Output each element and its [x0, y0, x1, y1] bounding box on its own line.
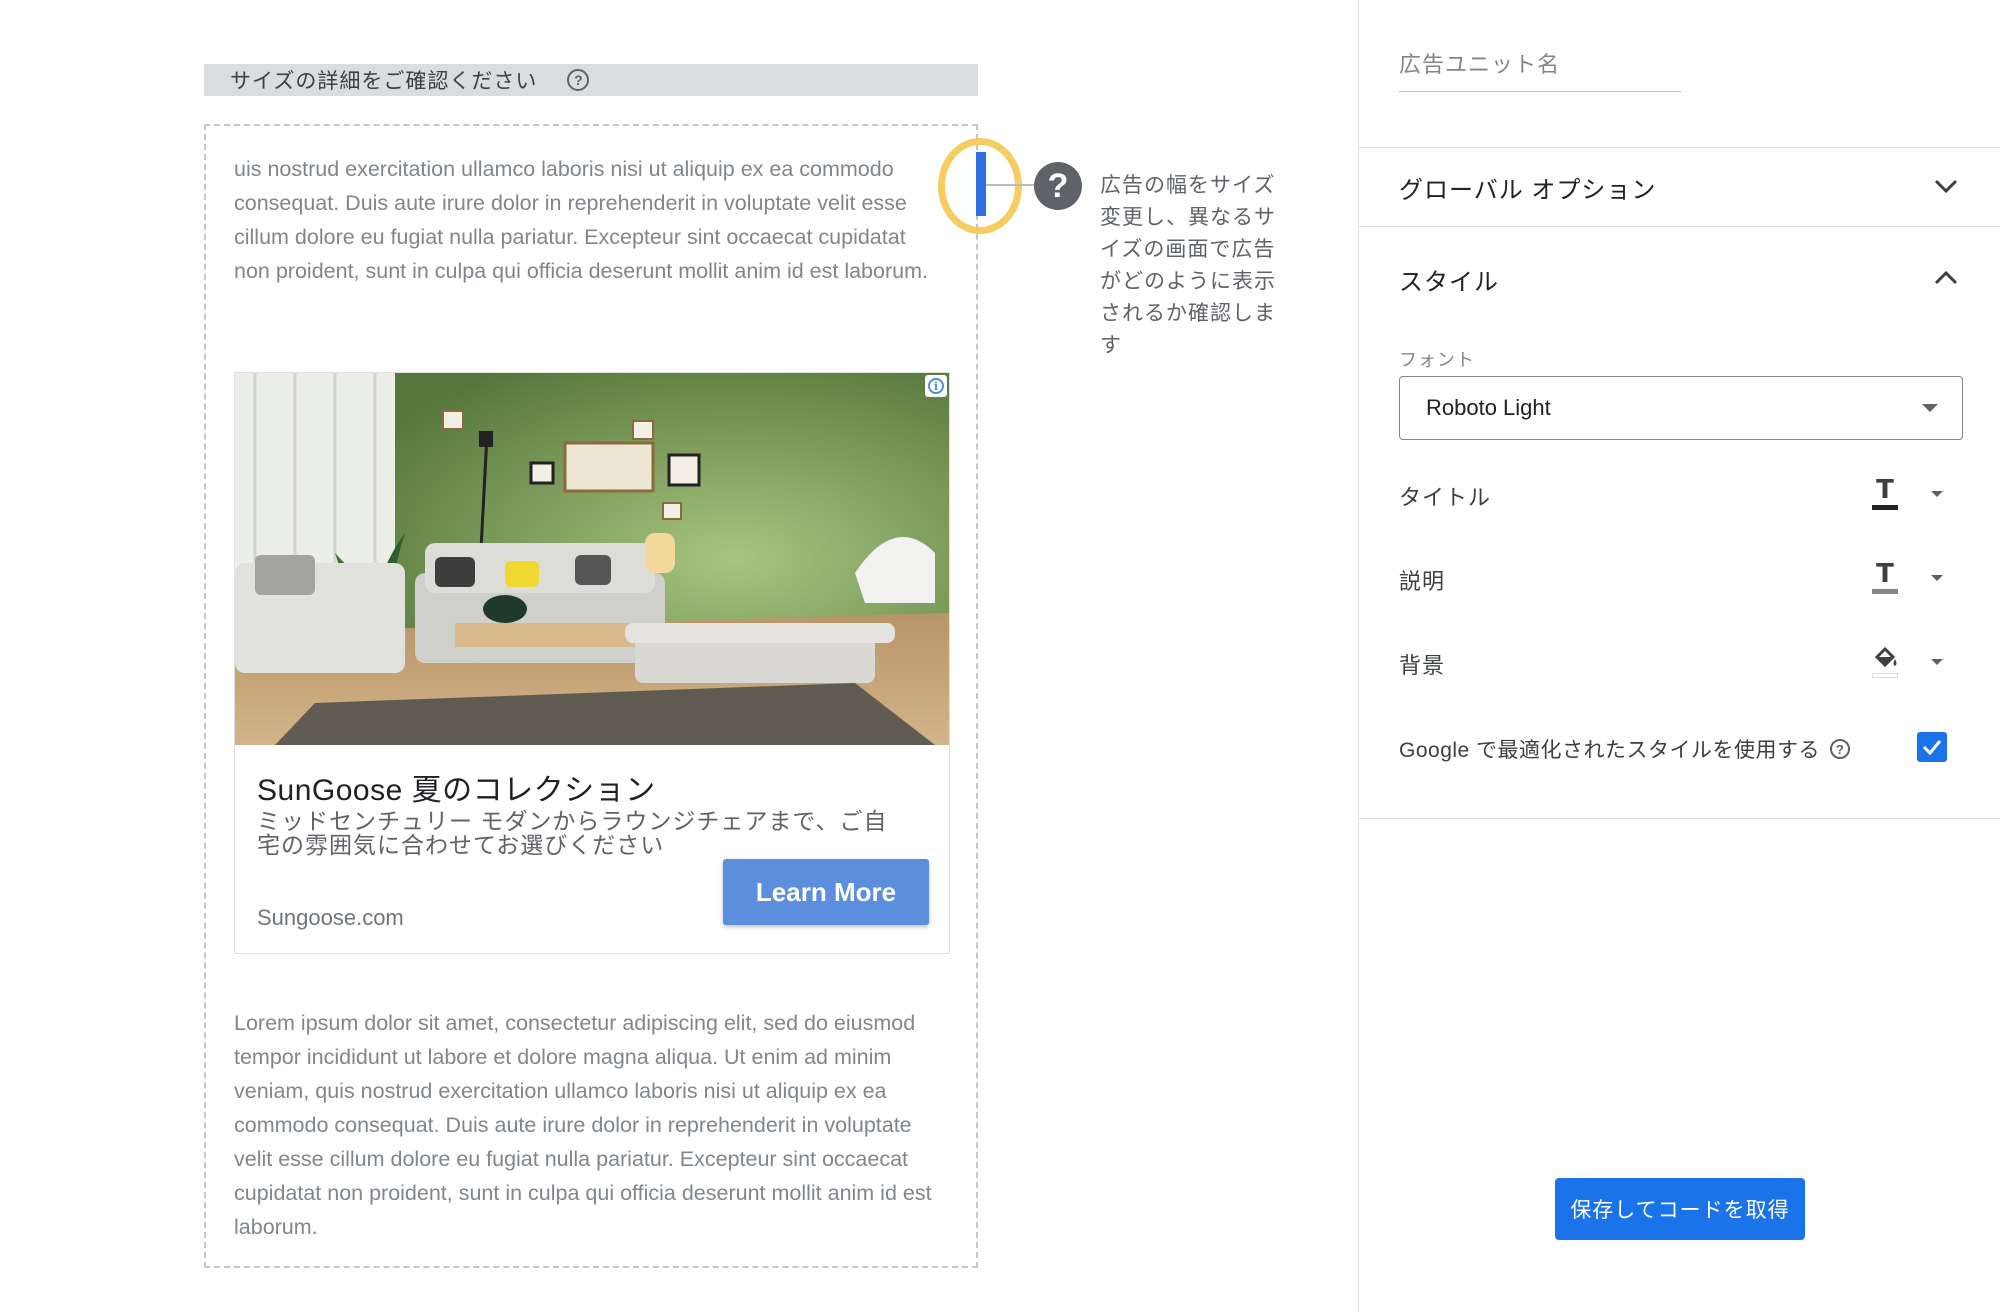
divider	[1359, 226, 2000, 227]
ad-headline[interactable]: SunGoose 夏のコレクション	[257, 765, 656, 809]
title-style-row: タイトル T	[1399, 474, 1963, 514]
background-style-label: 背景	[1399, 653, 1446, 678]
save-and-get-code-button[interactable]: 保存してコードを取得	[1555, 1178, 1805, 1240]
ad-unit-name-field[interactable]	[1399, 52, 1681, 92]
placeholder-text-bottom: Lorem ipsum dolor sit amet, consectetur …	[234, 1011, 932, 1239]
help-icon[interactable]: ?	[567, 69, 590, 91]
tip-connector-line	[986, 184, 1036, 186]
ad-image[interactable]: i	[235, 373, 949, 745]
help-icon[interactable]: ?	[1830, 739, 1851, 759]
style-header[interactable]: スタイル	[1399, 262, 1499, 297]
text-color-icon: T	[1871, 559, 1899, 597]
dropdown-arrow-icon	[1931, 491, 1943, 497]
placeholder-text-top: uis nostrud exercitation ullamco laboris…	[234, 157, 928, 283]
font-select[interactable]: Roboto Light	[1399, 376, 1963, 440]
adchoices-icon[interactable]: i	[925, 375, 947, 397]
ad-preview-frame: uis nostrud exercitation ullamco laboris…	[204, 124, 978, 1268]
description-style-label: 説明	[1399, 569, 1446, 594]
settings-panel: グローバル オプション スタイル フォント Roboto Light タイトル …	[1358, 0, 2000, 1312]
living-room-illustration	[235, 373, 949, 745]
resize-tip-text: 広告の幅をサイズ変更し、異なるサイズの画面で広告がどのように表示されるか確認しま…	[1100, 174, 1276, 357]
title-color-picker[interactable]: T	[1871, 474, 1947, 514]
background-color-picker[interactable]	[1871, 642, 1947, 682]
dropdown-arrow-icon	[1931, 659, 1943, 665]
resize-bar[interactable]	[976, 152, 986, 216]
checkmark-icon	[1922, 740, 1942, 756]
size-details-label: サイズの詳細をご確認ください	[230, 70, 538, 93]
google-optimized-label: Google で最適化されたスタイルを使用する ?	[1399, 734, 1851, 764]
global-options-header[interactable]: グローバル オプション	[1399, 170, 1656, 205]
info-icon: i	[928, 378, 944, 394]
question-icon: ?	[1034, 162, 1082, 210]
text-color-icon: T	[1871, 475, 1899, 513]
title-color-swatch	[1872, 505, 1898, 510]
chevron-up-icon[interactable]	[1932, 264, 1960, 292]
font-field-label: フォント	[1399, 350, 1475, 370]
ad-description: ミッドセンチュリー モダンからラウンジチェアまで、ご自宅の雰囲気に合わせてお選び…	[257, 808, 888, 858]
size-details-banner: サイズの詳細をご確認ください ?	[204, 64, 978, 96]
font-select-value: Roboto Light	[1426, 395, 1551, 420]
dropdown-arrow-icon	[1931, 575, 1943, 581]
ad-card[interactable]: i SunGoose 夏のコレクション ミッドセンチュリー モダンからラウンジチ…	[234, 372, 950, 954]
description-style-row: 説明 T	[1399, 558, 1963, 598]
ad-domain[interactable]: Sungoose.com	[257, 905, 404, 931]
learn-more-button[interactable]: Learn More	[723, 859, 929, 925]
fill-bucket-icon	[1871, 643, 1899, 681]
description-color-swatch	[1872, 589, 1898, 594]
divider	[1359, 818, 2000, 819]
background-style-row: 背景	[1399, 642, 1963, 682]
divider	[1359, 147, 2000, 148]
google-optimized-checkbox[interactable]	[1917, 732, 1947, 762]
ad-unit-name-input[interactable]	[1399, 52, 1681, 78]
chevron-down-icon[interactable]	[1932, 172, 1960, 200]
title-style-label: タイトル	[1399, 485, 1492, 510]
description-color-picker[interactable]: T	[1871, 558, 1947, 598]
background-color-swatch	[1872, 673, 1898, 678]
dropdown-arrow-icon	[1922, 404, 1938, 412]
resize-handle[interactable]	[938, 138, 1036, 234]
google-optimized-row: Google で最適化されたスタイルを使用する ?	[1399, 728, 1963, 768]
